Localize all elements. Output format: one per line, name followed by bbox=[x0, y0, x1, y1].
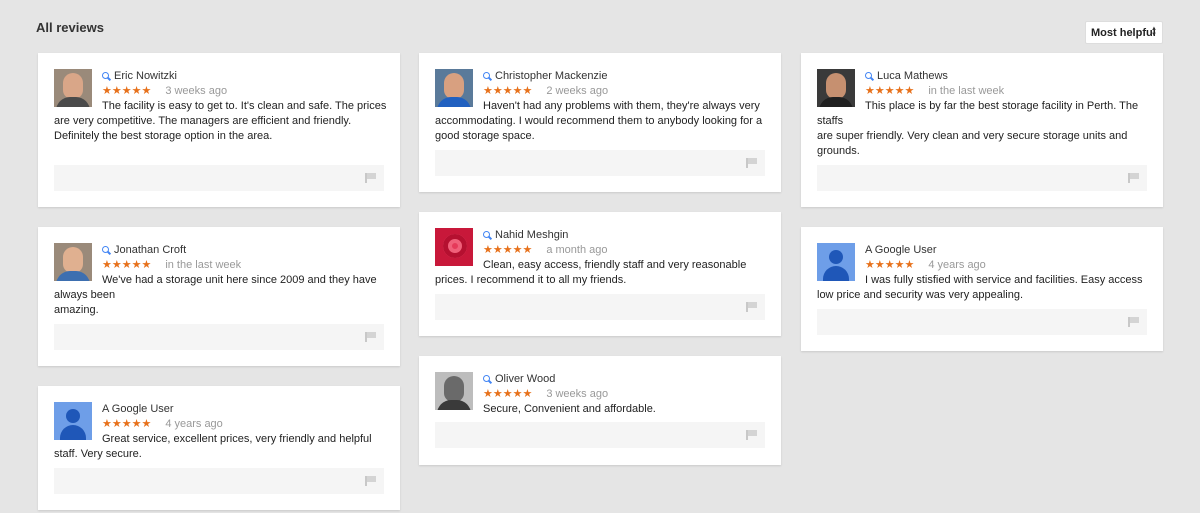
review-text: The facility is easy to get to. It's cle… bbox=[54, 99, 394, 144]
reviewer-name[interactable]: Oliver Wood bbox=[495, 373, 555, 385]
review-time: 3 weeks ago bbox=[546, 387, 609, 400]
review-card: A Google User ★★★★★ 4 years ago Great ser… bbox=[38, 386, 400, 510]
star-rating: ★★★★★ bbox=[102, 418, 152, 430]
star-rating: ★★★★★ bbox=[102, 85, 152, 97]
review-time: in the last week bbox=[928, 84, 1005, 97]
flag-icon[interactable] bbox=[746, 158, 757, 168]
search-icon[interactable] bbox=[865, 71, 874, 81]
review-footer bbox=[817, 309, 1147, 335]
reviewer-name[interactable]: Eric Nowitzki bbox=[114, 70, 177, 82]
review-time: 3 weeks ago bbox=[165, 84, 228, 97]
review-text: Clean, easy access, friendly staff and v… bbox=[435, 258, 775, 288]
review-footer bbox=[817, 165, 1147, 191]
review-card: A Google User ★★★★★ 4 years ago I was ful… bbox=[801, 227, 1163, 351]
review-line: low price and security was very appealin… bbox=[817, 289, 1024, 301]
review-text: We've had a storage unit here since 2009… bbox=[54, 273, 394, 318]
star-rating: ★★★★★ bbox=[483, 388, 533, 400]
review-time: 4 years ago bbox=[928, 258, 986, 271]
review-line: Great service, excellent prices, very fr… bbox=[102, 433, 372, 445]
flag-icon[interactable] bbox=[365, 476, 376, 486]
review-line: accommodating. I would recommend them to… bbox=[435, 115, 763, 127]
review-line: are very competitive. The managers are e… bbox=[54, 115, 352, 127]
review-text: Great service, excellent prices, very fr… bbox=[54, 432, 394, 462]
review-card: Luca Mathews ★★★★★ in the last week This … bbox=[801, 53, 1163, 207]
review-card: Oliver Wood ★★★★★ 3 weeks ago Secure, Con… bbox=[419, 356, 781, 465]
star-rating: ★★★★★ bbox=[102, 259, 152, 271]
review-footer bbox=[54, 468, 384, 494]
review-line: This place is by far the best storage fa… bbox=[865, 100, 1139, 112]
review-time: in the last week bbox=[165, 258, 242, 271]
review-line: always been bbox=[54, 289, 116, 301]
review-line: amazing. bbox=[54, 304, 99, 316]
review-footer bbox=[435, 294, 765, 320]
review-line: staffs bbox=[817, 115, 844, 127]
reviewer-name[interactable]: Nahid Meshgin bbox=[495, 229, 568, 241]
sort-label: Most helpful bbox=[1091, 26, 1156, 39]
flag-icon[interactable] bbox=[746, 430, 757, 440]
reviewer-name[interactable]: A Google User bbox=[865, 244, 937, 256]
reviewer-name[interactable]: Luca Mathews bbox=[877, 70, 948, 82]
star-rating: ★★★★★ bbox=[865, 259, 915, 271]
review-text: Haven't had any problems with them, they… bbox=[435, 99, 775, 144]
flag-icon[interactable] bbox=[1128, 173, 1139, 183]
sort-dropdown[interactable]: Most helpful ▲ ▼ bbox=[1085, 21, 1163, 44]
review-card: Eric Nowitzki ★★★★★ 3 weeks ago The facil… bbox=[38, 53, 400, 207]
review-line: good storage space. bbox=[435, 130, 535, 142]
review-card: Jonathan Croft ★★★★★ in the last week We'… bbox=[38, 227, 400, 366]
flag-icon[interactable] bbox=[365, 332, 376, 342]
review-line: staff. Very secure. bbox=[54, 448, 142, 460]
review-line: We've had a storage unit here since 2009… bbox=[102, 274, 377, 286]
search-icon[interactable] bbox=[483, 230, 492, 240]
review-text: Secure, Convenient and affordable. bbox=[435, 402, 775, 417]
all-reviews-heading: All reviews bbox=[36, 20, 104, 35]
sort-arrows-icon: ▲ ▼ bbox=[1151, 26, 1157, 38]
review-line: Clean, easy access, friendly staff and v… bbox=[483, 259, 747, 271]
review-footer bbox=[54, 324, 384, 350]
review-footer bbox=[435, 150, 765, 176]
review-card: Christopher Mackenzie ★★★★★ 2 weeks ago H… bbox=[419, 53, 781, 192]
review-line: I was fully stisfied with service and fa… bbox=[865, 274, 1143, 286]
star-rating: ★★★★★ bbox=[483, 85, 533, 97]
flag-icon[interactable] bbox=[365, 173, 376, 183]
flag-icon[interactable] bbox=[1128, 317, 1139, 327]
review-footer bbox=[54, 165, 384, 191]
review-time: 4 years ago bbox=[165, 417, 223, 430]
review-line: The facility is easy to get to. It's cle… bbox=[102, 100, 387, 112]
flag-icon[interactable] bbox=[746, 302, 757, 312]
review-line: grounds. bbox=[817, 145, 860, 157]
star-rating: ★★★★★ bbox=[865, 85, 915, 97]
review-line: prices. I recommend it to all my friends… bbox=[435, 274, 627, 286]
review-footer bbox=[435, 422, 765, 448]
review-line: Definitely the best storage option in th… bbox=[54, 130, 273, 142]
review-card: Nahid Meshgin ★★★★★ a month ago Clean, ea… bbox=[419, 212, 781, 336]
review-line: are super friendly. Very clean and very … bbox=[817, 130, 1128, 142]
search-icon[interactable] bbox=[102, 71, 111, 81]
reviewer-name[interactable]: Christopher Mackenzie bbox=[495, 70, 608, 82]
review-time: 2 weeks ago bbox=[546, 84, 609, 97]
search-icon[interactable] bbox=[483, 374, 492, 384]
star-rating: ★★★★★ bbox=[483, 244, 533, 256]
review-line: Secure, Convenient and affordable. bbox=[483, 403, 656, 415]
review-time: a month ago bbox=[546, 243, 608, 256]
review-line: Haven't had any problems with them, they… bbox=[483, 100, 760, 112]
search-icon[interactable] bbox=[102, 245, 111, 255]
reviewer-name[interactable]: Jonathan Croft bbox=[114, 244, 186, 256]
review-text: This place is by far the best storage fa… bbox=[817, 99, 1157, 159]
reviewer-name[interactable]: A Google User bbox=[102, 403, 174, 415]
review-text: I was fully stisfied with service and fa… bbox=[817, 273, 1157, 303]
search-icon[interactable] bbox=[483, 71, 492, 81]
